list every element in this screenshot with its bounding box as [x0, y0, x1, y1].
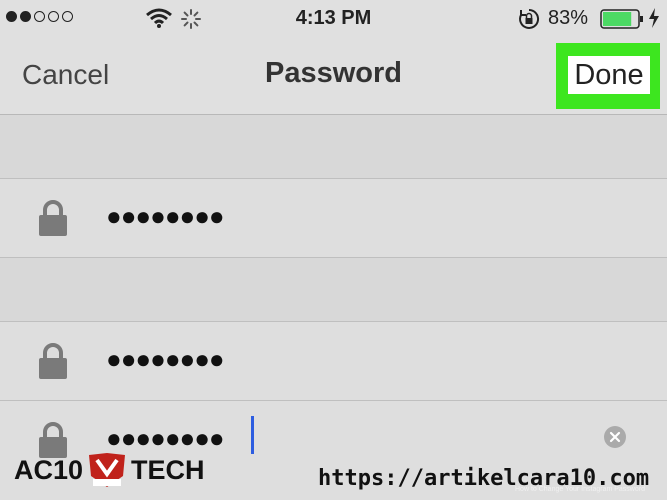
- clear-text-icon[interactable]: [603, 425, 627, 449]
- lock-icon: [39, 343, 67, 379]
- shield-emblem-icon: [89, 453, 126, 487]
- password-masked-value: ●●●●●●●●: [106, 423, 225, 453]
- password-masked-value: ●●●●●●●●: [106, 344, 225, 374]
- navigation-bar: Cancel Password Done: [0, 38, 667, 115]
- orientation-lock-icon: [519, 8, 540, 29]
- current-password-field[interactable]: ●●●●●●●●: [0, 179, 667, 257]
- charging-bolt-icon: [649, 8, 659, 28]
- new-password-field[interactable]: ●●●●●●●●: [0, 322, 667, 400]
- text-cursor: [251, 416, 254, 454]
- done-button[interactable]: Done: [568, 56, 650, 94]
- battery-icon: [600, 9, 643, 29]
- brand-logo: AC10 TECH: [14, 452, 205, 488]
- password-masked-value: ●●●●●●●●: [106, 201, 225, 231]
- brand-left-text: AC10: [14, 454, 84, 485]
- divider: [0, 257, 667, 258]
- watermark-caption: How to Change Your Instagram Password: [515, 486, 645, 493]
- battery-percent: 83%: [548, 7, 589, 29]
- lock-icon: [39, 200, 67, 236]
- brand-right-text: TECH: [131, 454, 205, 485]
- status-bar: 4:13 PM 83%: [0, 0, 667, 38]
